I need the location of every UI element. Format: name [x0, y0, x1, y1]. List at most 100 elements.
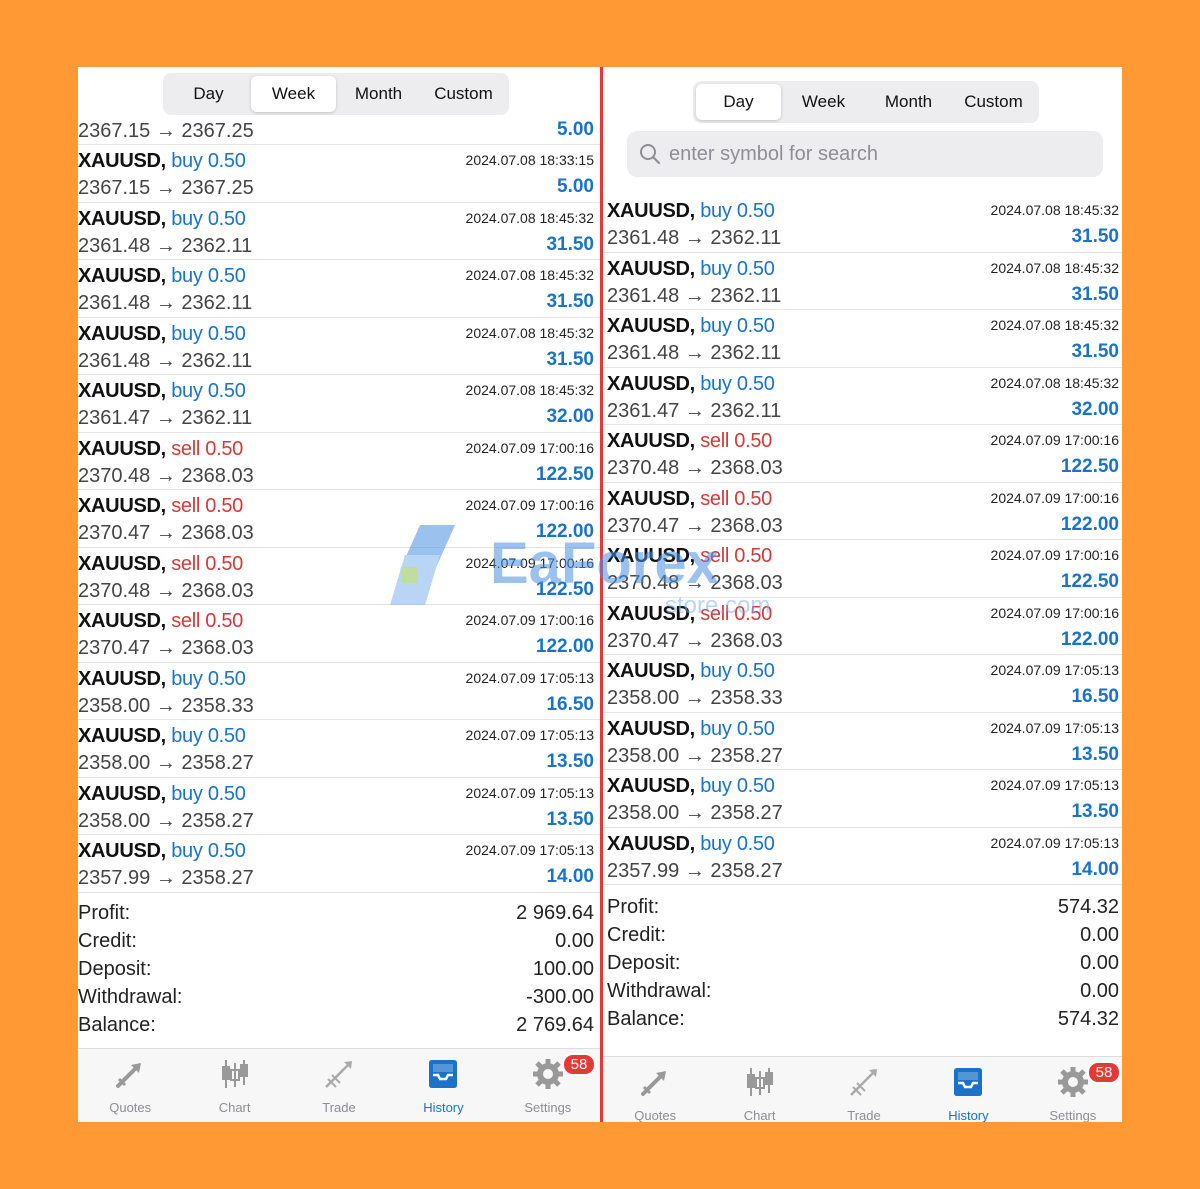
tab-label: History	[423, 1100, 464, 1115]
list-item[interactable]: XAUUSD, buy 0.50 2024.07.09 17:05:13 2358.…	[78, 778, 600, 835]
deal-profit: 122.00	[1060, 628, 1119, 650]
summary-label: Profit:	[607, 896, 660, 918]
list-item[interactable]: XAUUSD, buy 0.50 2024.07.08 18:45:32 2361.…	[603, 368, 1122, 425]
tab-trade[interactable]: Trade	[812, 1057, 916, 1122]
tab-label: Settings	[1049, 1108, 1097, 1122]
deal-prices: 2358.00 → 2358.33	[78, 694, 254, 717]
list-item[interactable]: XAUUSD, sell 0.50 2024.07.09 17:00:16 2370…	[78, 548, 600, 605]
deal-volume: 0.50	[736, 315, 775, 337]
deal-prices: 2361.47 → 2362.11	[607, 399, 782, 422]
tab-chart[interactable]: Chart	[707, 1057, 811, 1122]
deals-list: 2367.15 → 2367.25 5.00 XAUUSD, buy 0.50 2…	[78, 118, 600, 893]
deal-profit: 31.50	[1071, 341, 1119, 362]
tab-history[interactable]: History	[916, 1057, 1020, 1122]
deal-profit: 5.00	[557, 119, 594, 140]
list-item[interactable]: XAUUSD, sell 0.50 2024.07.09 17:00:16 2370…	[603, 483, 1122, 540]
list-item[interactable]: XAUUSD, buy 0.50 2024.07.09 17:05:13 2358.…	[78, 720, 600, 778]
list-item[interactable]: XAUUSD, buy 0.50 2024.07.08 18:45:32 2361.…	[603, 310, 1122, 368]
notification-badge: 58	[1086, 1061, 1122, 1084]
list-item[interactable]: XAUUSD, buy 0.50 2024.07.08 18:45:32 2361.…	[78, 318, 600, 375]
search-input[interactable]	[669, 142, 1089, 166]
list-item[interactable]: XAUUSD, buy 0.50 2024.07.09 17:05:13 2358.…	[603, 655, 1122, 713]
summary-value: 2 969.64	[516, 902, 594, 924]
deal-prices: 2370.48 → 2368.03	[78, 464, 254, 487]
tab-trade[interactable]: Trade	[287, 1049, 391, 1122]
list-item[interactable]: XAUUSD, buy 0.50 2024.07.09 17:05:13 2357.…	[603, 828, 1122, 885]
deal-time: 2024.07.09 17:05:13	[990, 662, 1119, 678]
list-item[interactable]: XAUUSD, buy 0.50 2024.07.08 18:33:15 2367.…	[78, 145, 600, 203]
tab-month[interactable]: Month	[866, 84, 951, 120]
tab-settings[interactable]: Settings 58	[1021, 1057, 1122, 1122]
tab-custom[interactable]: Custom	[951, 84, 1036, 120]
list-item[interactable]: XAUUSD, buy 0.50 2024.07.09 17:05:13 2358.…	[78, 663, 600, 720]
symbol-name: XAUUSD,	[607, 315, 695, 337]
tab-month[interactable]: Month	[336, 76, 421, 112]
gear-icon	[531, 1049, 565, 1096]
symbol-name: XAUUSD,	[78, 495, 166, 517]
deal-symbol: XAUUSD, sell 0.50	[78, 495, 243, 518]
list-item[interactable]: XAUUSD, sell 0.50 2024.07.09 17:00:16 2370…	[603, 598, 1122, 655]
list-item[interactable]: XAUUSD, sell 0.50 2024.07.09 17:00:16 2370…	[603, 425, 1122, 483]
list-item[interactable]: 2367.15 → 2367.25 5.00	[78, 118, 600, 145]
list-item[interactable]: XAUUSD, sell 0.50 2024.07.09 17:00:16 2370…	[78, 605, 600, 663]
deal-time: 2024.07.08 18:45:32	[465, 267, 594, 283]
symbol-name: XAUUSD,	[78, 150, 166, 172]
symbol-name: XAUUSD,	[78, 265, 166, 287]
symbol-name: XAUUSD,	[78, 840, 166, 862]
deal-volume: 0.50	[736, 200, 775, 222]
tab-chart[interactable]: Chart	[182, 1049, 286, 1122]
deal-side: buy	[700, 257, 732, 280]
deal-volume: 0.50	[734, 430, 772, 452]
tab-quotes[interactable]: Quotes	[78, 1049, 182, 1122]
tab-quotes[interactable]: Quotes	[603, 1057, 707, 1122]
deal-prices: 2370.47 → 2368.03	[78, 522, 254, 544]
tab-day[interactable]: Day	[166, 76, 251, 112]
deal-prices: 2370.48 → 2368.03	[78, 579, 254, 602]
deal-volume: 0.50	[207, 322, 246, 345]
deal-prices: 2367.15 → 2367.25	[78, 120, 254, 142]
tab-week[interactable]: Week	[781, 84, 866, 120]
summary-line-withdrawal: Withdrawal: -300.00	[78, 984, 600, 1012]
tab-settings[interactable]: Settings 58	[496, 1049, 600, 1122]
list-item[interactable]: XAUUSD, sell 0.50 2024.07.09 17:00:16 2370…	[78, 433, 600, 490]
deal-side: buy	[171, 667, 203, 690]
list-item[interactable]: XAUUSD, buy 0.50 2024.07.08 18:45:32 2361.…	[78, 375, 600, 433]
summary-label: Balance:	[607, 1008, 685, 1030]
deal-symbol: XAUUSD, buy 0.50	[607, 833, 775, 856]
tab-label: History	[948, 1108, 989, 1122]
list-item[interactable]: XAUUSD, buy 0.50 2024.07.09 17:05:13 2358.…	[603, 770, 1122, 828]
deal-time: 2024.07.09 17:00:16	[990, 432, 1119, 448]
list-item[interactable]: XAUUSD, buy 0.50 2024.07.08 18:45:32 2361.…	[78, 260, 600, 318]
deal-side: sell	[171, 495, 200, 517]
bottom-tab-bar: Quotes Chart Trade History Settings 58	[78, 1048, 600, 1122]
deal-symbol: XAUUSD, sell 0.50	[607, 488, 772, 511]
deal-profit: 14.00	[546, 866, 594, 887]
symbol-name: XAUUSD,	[78, 725, 166, 747]
tab-day[interactable]: Day	[696, 84, 781, 120]
symbol-name: XAUUSD,	[78, 782, 166, 805]
summary-line-credit: Credit: 0.00	[603, 922, 1122, 950]
deal-prices: 2370.48 → 2368.03	[607, 572, 783, 594]
trade-icon	[322, 1049, 356, 1096]
list-item[interactable]: XAUUSD, buy 0.50 2024.07.08 18:45:32 2361.…	[603, 253, 1122, 310]
candlestick-chart-icon	[743, 1057, 777, 1104]
deal-time: 2024.07.09 17:00:16	[465, 612, 594, 628]
list-item[interactable]: XAUUSD, buy 0.50 2024.07.09 17:05:13 2357.…	[78, 835, 600, 893]
deal-symbol: XAUUSD, buy 0.50	[78, 150, 246, 173]
deal-symbol: XAUUSD, buy 0.50	[78, 380, 246, 403]
tab-custom[interactable]: Custom	[421, 76, 506, 112]
list-item[interactable]: XAUUSD, sell 0.50 2024.07.09 17:00:16 2370…	[603, 540, 1122, 598]
list-item[interactable]: XAUUSD, sell 0.50 2024.07.09 17:00:16 2370…	[78, 490, 600, 548]
list-item[interactable]: XAUUSD, buy 0.50 2024.07.09 17:05:13 2358.…	[603, 713, 1122, 770]
tab-week[interactable]: Week	[251, 76, 336, 112]
deal-prices: 2358.00 → 2358.27	[78, 752, 254, 774]
deal-symbol: XAUUSD, buy 0.50	[607, 660, 775, 683]
deal-profit: 32.00	[1071, 398, 1119, 420]
symbol-name: XAUUSD,	[607, 775, 695, 797]
list-item[interactable]: XAUUSD, buy 0.50 2024.07.08 18:45:32 2361.…	[78, 203, 600, 260]
tab-history[interactable]: History	[391, 1049, 495, 1122]
deal-profit: 122.50	[1060, 456, 1119, 477]
deal-profit: 31.50	[546, 348, 594, 370]
list-item[interactable]: XAUUSD, buy 0.50 2024.07.08 18:45:32 2361.…	[603, 195, 1122, 253]
period-selector: Day Week Month Custom	[163, 73, 509, 115]
